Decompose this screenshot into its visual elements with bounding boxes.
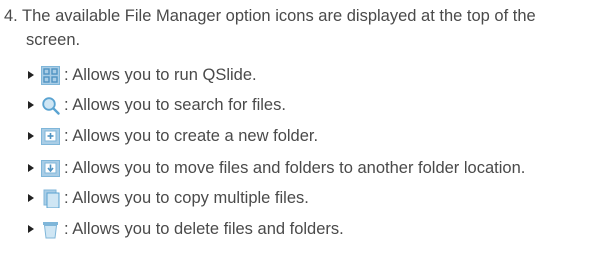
step-line-1: 4. The available File Manager option ico… — [4, 7, 536, 25]
list-item-move: : Allows you to move files and folders t… — [0, 155, 525, 181]
new-folder-description: : Allows you to create a new folder. — [64, 126, 319, 145]
bullet-arrow-icon — [28, 132, 34, 140]
qslide-icon — [41, 65, 60, 85]
step-line-2: screen. — [26, 31, 81, 49]
list-item-qslide: : Allows you to run QSlide. — [0, 62, 257, 88]
bullet-arrow-icon — [28, 194, 34, 202]
search-icon — [41, 95, 60, 115]
move-description: : Allows you to move files and folders t… — [64, 158, 526, 177]
search-description: : Allows you to search for files. — [64, 95, 286, 114]
list-item-search: : Allows you to search for files. — [0, 92, 286, 118]
list-item-copy: : Allows you to copy multiple files. — [0, 185, 309, 211]
bullet-arrow-icon — [28, 164, 34, 172]
step-4-instruction: 4. The available File Manager option ico… — [4, 4, 604, 52]
bullet-arrow-icon — [28, 225, 34, 233]
bullet-arrow-icon — [28, 71, 34, 79]
delete-icon — [41, 219, 60, 239]
new-folder-icon — [41, 127, 60, 146]
bullet-arrow-icon — [28, 101, 34, 109]
list-item-delete: : Allows you to delete files and folders… — [0, 216, 344, 242]
copy-description: : Allows you to copy multiple files. — [64, 188, 309, 207]
delete-description: : Allows you to delete files and folders… — [64, 219, 344, 238]
list-item-new-folder: : Allows you to create a new folder. — [0, 123, 318, 149]
qslide-description: : Allows you to run QSlide. — [64, 65, 257, 84]
copy-icon — [41, 188, 60, 208]
move-icon — [41, 159, 60, 178]
